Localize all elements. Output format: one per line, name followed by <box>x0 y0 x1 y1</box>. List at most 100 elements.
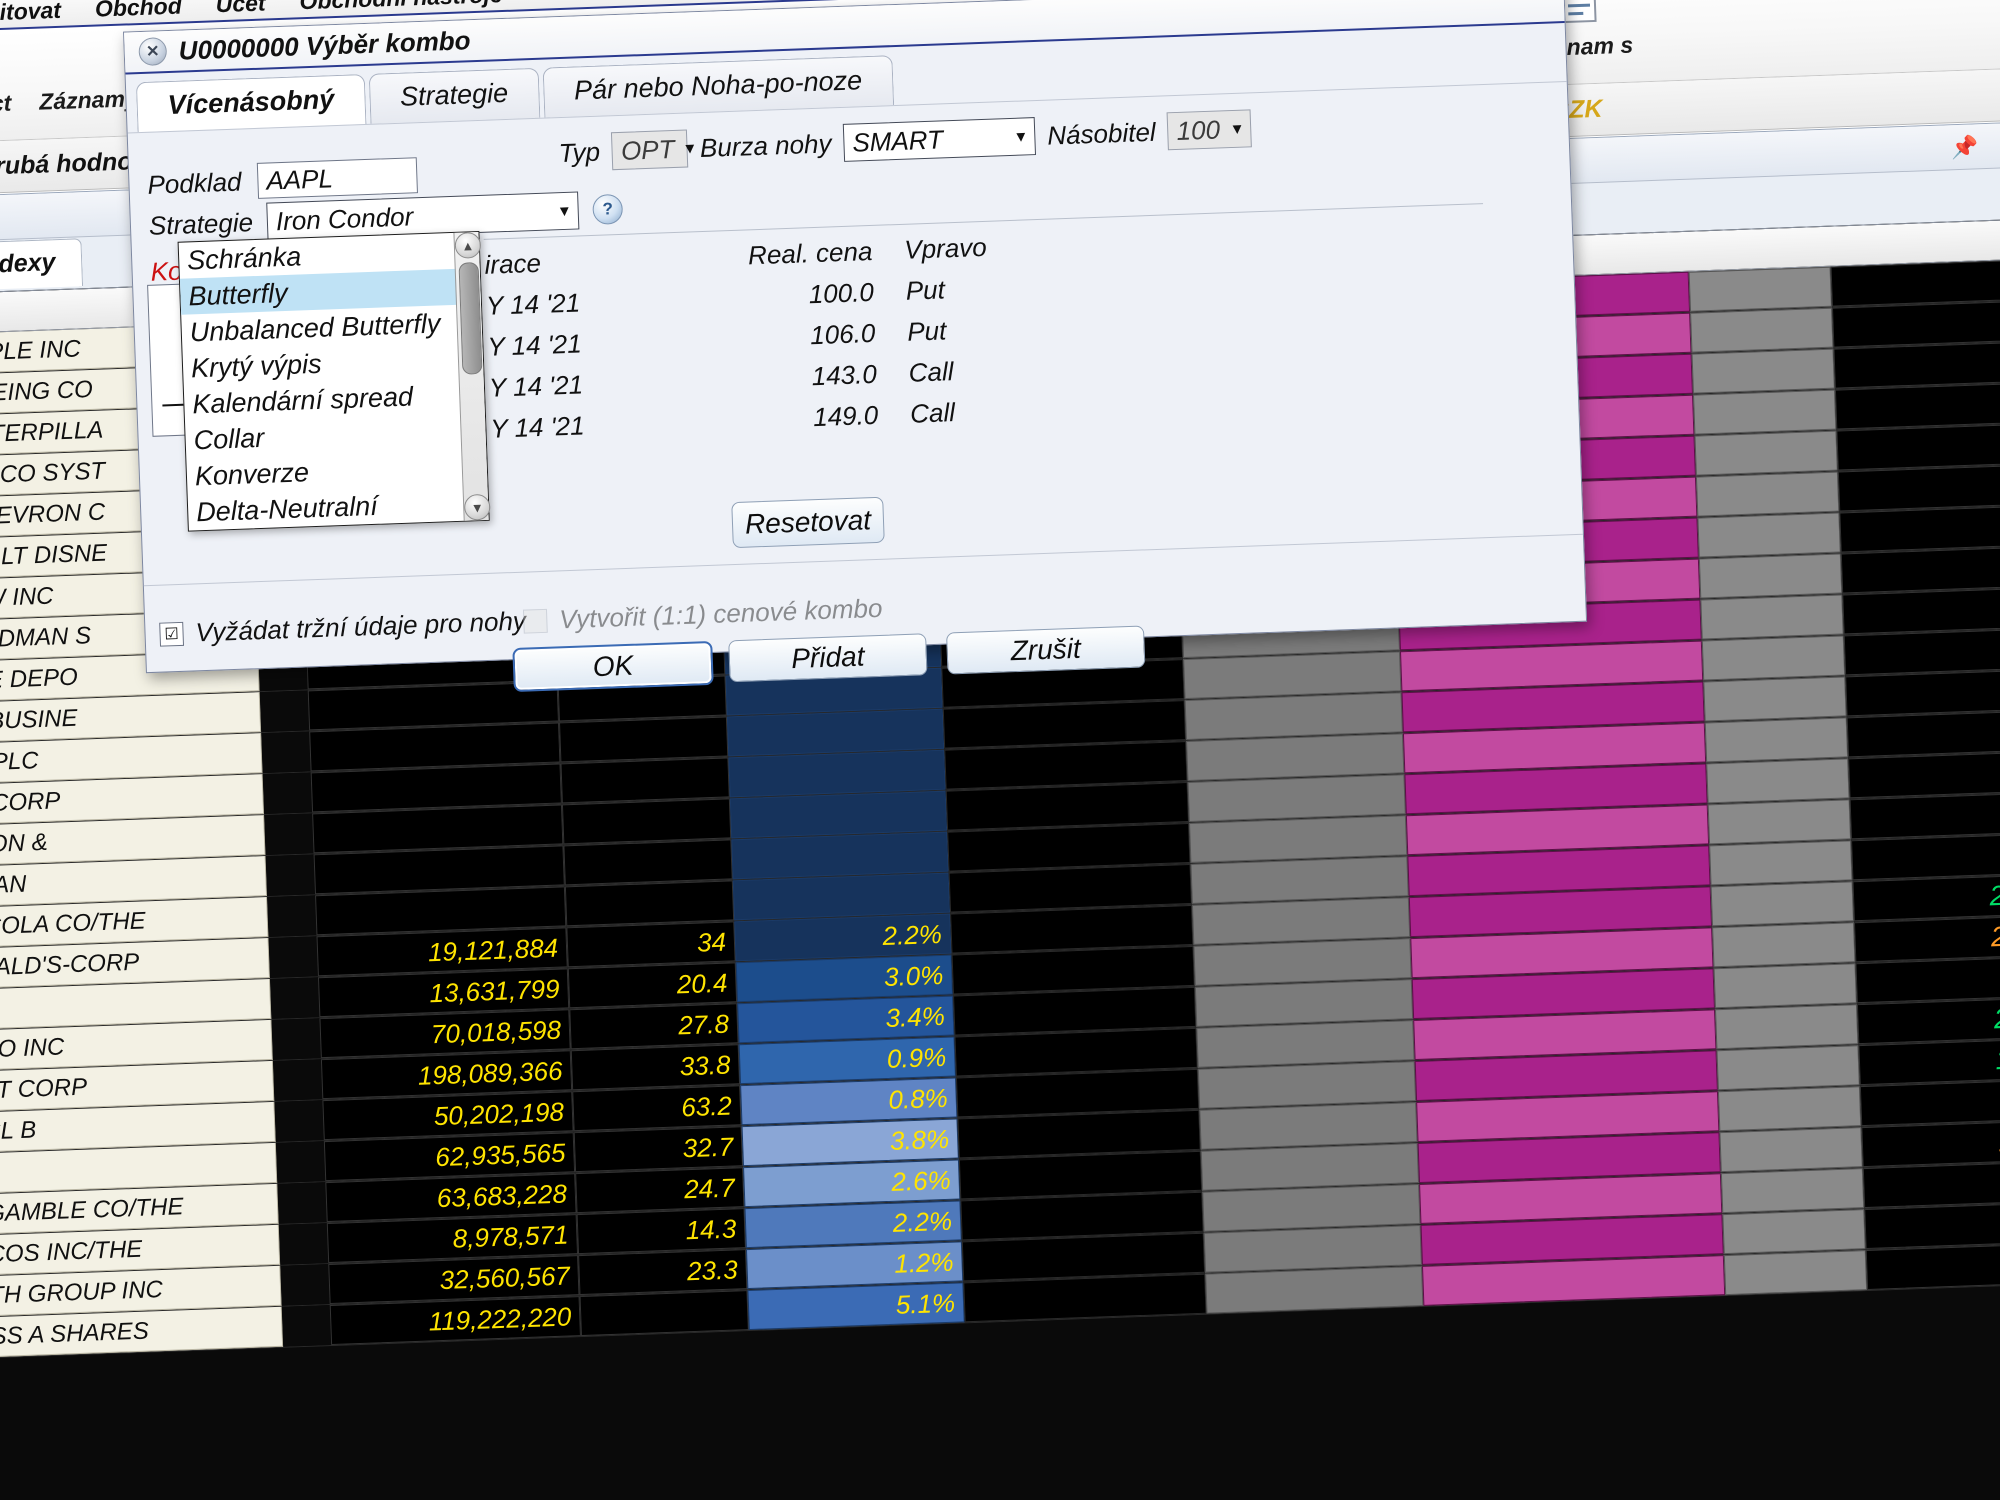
legs-col-strike: Real. cena <box>747 235 873 271</box>
menu-item-tools[interactable]: Obchodní nástroje <box>299 0 503 15</box>
leg-expiry: Y 14 '21 <box>489 410 586 444</box>
chevron-down-icon: ▼ <box>1229 120 1245 138</box>
leg-expiry: Y 14 '21 <box>486 328 583 362</box>
quote-last: 233.60 <box>1852 872 2000 922</box>
quote-number: 34 <box>566 921 736 968</box>
quote-gray <box>1191 897 1411 945</box>
quote-last: 40.83 <box>1859 1077 2000 1127</box>
quote-percent <box>731 831 949 880</box>
add-button[interactable]: Přidat <box>728 633 928 683</box>
quote-gray2 <box>1700 594 1844 640</box>
cancel-button[interactable]: Zrušit <box>946 625 1146 675</box>
quote-last <box>1830 257 2000 307</box>
quote-gray2 <box>1706 758 1850 804</box>
strategie-label: Strategie <box>148 206 254 241</box>
quote-gap <box>277 1182 327 1224</box>
quote-last: 93.09 <box>1865 1241 2000 1291</box>
quote-number: 23.3 <box>578 1249 748 1296</box>
quote-gray2 <box>1697 512 1841 558</box>
quote-last: 158.16 <box>1862 1159 2000 1209</box>
quote-last <box>1834 380 2000 430</box>
quote-gray2 <box>1712 922 1856 968</box>
quote-gray2 <box>1709 840 1853 886</box>
combo-selection-dialog[interactable]: ✕ U0000000 Výběr kombo Vícenásobný Strat… <box>123 0 1588 693</box>
quote-gray <box>1196 1020 1415 1068</box>
quote-percent <box>732 872 951 921</box>
typ-label: Typ <box>558 136 601 168</box>
quote-panel-tabs[interactable]: Indexy <box>0 238 84 291</box>
legs-col-expiry: irace <box>484 247 542 280</box>
toolbar-button-compact[interactable]: ompact <box>0 31 26 120</box>
quote-gray2 <box>1704 717 1849 763</box>
quote-gap <box>271 1018 321 1060</box>
tab-indexy[interactable]: Indexy <box>0 238 84 291</box>
legs-table-rows[interactable]: Y 14 '21 100.0 Put Y 14 '21 106.0 Put Y 14 '21… <box>486 255 1491 445</box>
quote-last <box>1831 298 2000 348</box>
quote-gray <box>1184 692 1403 741</box>
nasobitel-label: Násobitel <box>1046 116 1157 151</box>
reset-button[interactable]: Resetovat <box>731 496 885 549</box>
leg-expiry: Y 14 '21 <box>485 287 581 321</box>
quote-gray2 <box>1717 1086 1862 1132</box>
quote-number: 24.7 <box>575 1167 745 1214</box>
quote-gray2 <box>1715 1004 1859 1050</box>
quote-number <box>559 716 729 763</box>
quote-gray2 <box>1722 1209 1866 1255</box>
scrollbar-thumb[interactable] <box>458 262 483 375</box>
leg-right: Call <box>908 356 955 388</box>
chevron-down-icon: ▼ <box>1013 127 1029 146</box>
legs-col-right: Vpravo <box>903 231 988 265</box>
quote-gray <box>1199 1102 1418 1150</box>
quote-gray2 <box>1688 266 1832 312</box>
typ-value: OPT <box>620 133 675 166</box>
quote-number <box>563 839 733 886</box>
chevron-down-icon: ▼ <box>682 139 698 158</box>
quote-gray2 <box>1723 1250 1868 1296</box>
quote-gray <box>1203 1224 1422 1273</box>
nasobitel-select[interactable]: 100 ▼ <box>1166 109 1253 151</box>
podklad-input[interactable]: AAPL <box>256 157 418 199</box>
quote-last <box>1837 462 2000 512</box>
menu-item-edit[interactable]: Editovat <box>0 0 61 27</box>
quote-number: 32.7 <box>573 1126 743 1173</box>
quote-last: 134.02 <box>1861 1118 2000 1168</box>
menu-item-account[interactable]: Účet <box>215 0 266 18</box>
quote-gray <box>1183 651 1402 700</box>
leg-strike: 149.0 <box>812 399 879 433</box>
quote-percent: 2.2% <box>734 913 952 962</box>
strategy-dropdown-list[interactable]: Schránka Butterfly Unbalanced Butterfly Kry… <box>177 230 491 532</box>
toolbar-label-compact: ompact <box>0 89 12 119</box>
ok-button[interactable]: OK <box>512 640 714 693</box>
quote-gray2 <box>1693 389 1837 435</box>
leg-right: Call <box>909 397 956 429</box>
quote-gap <box>274 1100 324 1142</box>
close-icon[interactable]: ✕ <box>138 37 168 67</box>
quote-percent: 5.1% <box>747 1282 965 1331</box>
quote-number: 20.4 <box>567 962 738 1009</box>
quote-gray <box>1187 774 1406 822</box>
tab-strategie[interactable]: Strategie <box>368 67 541 124</box>
tab-vicenasobny[interactable]: Vícenásobný <box>135 74 367 133</box>
quote-gray <box>1197 1061 1417 1109</box>
typ-select[interactable]: OPT ▼ <box>611 129 698 171</box>
quote-gap <box>272 1059 323 1101</box>
burza-nohy-select[interactable]: SMART ▼ <box>842 117 1036 162</box>
scroll-up-button[interactable]: ▲ <box>454 231 482 259</box>
strategy-dropdown-items[interactable]: Schránka Butterfly Unbalanced Butterfly Kry… <box>179 232 489 531</box>
pin-icon[interactable]: 📌 <box>1950 134 1978 161</box>
quote-gap <box>267 895 317 937</box>
quote-last: 200.27 <box>1853 913 2000 963</box>
help-icon[interactable]: ? <box>592 193 624 225</box>
quote-gray <box>1194 979 1414 1027</box>
quote-last <box>1840 544 2000 594</box>
chevron-down-icon: ▼ <box>556 202 573 220</box>
quote-name: SS A SHARES <box>0 1306 284 1358</box>
request-market-data-checkbox[interactable]: ☑ <box>159 621 185 647</box>
quote-last <box>1849 790 2000 840</box>
quote-gap <box>268 936 318 978</box>
leg-right: Put <box>906 315 947 347</box>
quote-number <box>564 880 735 927</box>
scroll-down-button[interactable]: ▼ <box>463 493 491 521</box>
quote-gap <box>275 1141 326 1183</box>
menu-item-trade[interactable]: Obchod <box>94 0 182 22</box>
